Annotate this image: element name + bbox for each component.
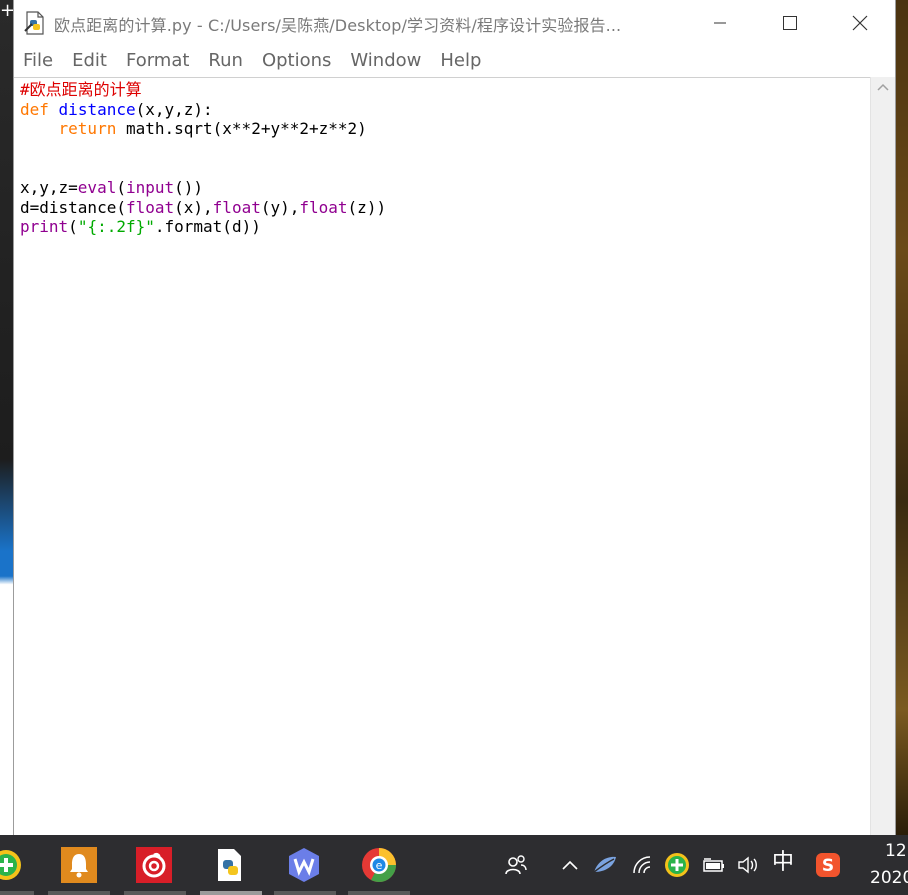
close-button[interactable]	[837, 0, 883, 46]
minimize-button[interactable]	[697, 0, 743, 46]
clock-time[interactable]: 12	[885, 841, 907, 861]
code-token: float	[299, 197, 348, 217]
taskbar-app-indicator	[48, 891, 110, 895]
source-code[interactable]: #欧点距离的计算 def distance(x,y,z): return math…	[20, 80, 386, 237]
taskbar: e 中 S 12 2020	[0, 835, 908, 895]
code-token: float	[212, 197, 261, 217]
wps-office-icon[interactable]	[286, 847, 322, 883]
wifi-icon[interactable]	[630, 852, 656, 878]
scroll-up-arrow-icon[interactable]	[877, 83, 889, 91]
taskbar-app-indicator	[124, 891, 186, 895]
clock-date[interactable]: 2020	[870, 868, 908, 888]
menu-window[interactable]: Window	[341, 46, 431, 76]
leaf-app-icon[interactable]	[592, 852, 618, 878]
code-line[interactable]: return math.sqrt(x**2+y**2+z**2)	[20, 119, 386, 139]
code-line[interactable]: def distance(x,y,z):	[20, 100, 386, 120]
code-token: (x,y,z):	[135, 99, 213, 119]
code-token: (z))	[347, 197, 387, 217]
desktop-background-left	[0, 0, 14, 835]
maximize-icon	[783, 16, 797, 30]
idle-editor-window: 欧点距离的计算.py - C:/Users/吴陈燕/Desktop/学习资料/程…	[13, 0, 896, 836]
menu-edit[interactable]: Edit	[63, 46, 117, 76]
code-line[interactable]	[20, 158, 386, 178]
browser-e-icon[interactable]: e	[361, 847, 397, 883]
code-editor[interactable]: #欧点距离的计算 def distance(x,y,z): return math…	[14, 77, 870, 836]
code-token: (x),	[174, 197, 213, 217]
taskbar-app-indicator	[348, 891, 410, 895]
code-token: eval	[77, 177, 117, 197]
code-token: distance	[58, 99, 136, 119]
svg-text:S: S	[822, 856, 834, 876]
menu-help[interactable]: Help	[431, 46, 491, 76]
title-bar[interactable]: 欧点距离的计算.py - C:/Users/吴陈燕/Desktop/学习资料/程…	[14, 0, 895, 46]
taskbar-app-indicator-active	[200, 891, 262, 895]
code-token: d=distance(	[20, 197, 126, 217]
code-line[interactable]: print("{:.2f}".format(d))	[20, 217, 386, 237]
code-token: .format(d))	[154, 217, 261, 237]
people-icon[interactable]	[503, 852, 529, 878]
chevron-up-icon[interactable]	[557, 852, 583, 878]
vertical-scrollbar[interactable]	[870, 77, 895, 835]
code-token: print	[20, 217, 69, 237]
code-token: input	[125, 177, 175, 197]
close-icon	[852, 15, 868, 31]
menu-bar: File Edit Format Run Options Window Help	[14, 46, 895, 76]
code-token: return	[58, 119, 117, 139]
code-token: def	[20, 99, 49, 119]
python-file-icon	[24, 11, 46, 35]
battery-icon[interactable]	[701, 852, 727, 878]
green-plus-app-icon[interactable]	[0, 847, 24, 883]
code-token: math.sqrt(x**2+y**2+z**2)	[116, 119, 367, 139]
taskbar-app-indicator	[0, 891, 34, 895]
menu-format[interactable]: Format	[117, 46, 199, 76]
code-line[interactable]: x,y,z=eval(input())	[20, 178, 386, 198]
sogou-input-icon[interactable]: S	[815, 852, 841, 878]
code-token: x,y,z=	[20, 177, 78, 197]
code-token: (	[68, 217, 78, 237]
volume-icon[interactable]	[736, 852, 762, 878]
menu-run[interactable]: Run	[199, 46, 253, 76]
code-line[interactable]: #欧点距离的计算	[20, 80, 386, 100]
code-token: (y),	[260, 197, 300, 217]
code-token: (	[116, 177, 126, 197]
code-token: #欧点距离的计算	[20, 80, 142, 99]
code-line[interactable]: d=distance(float(x),float(y),float(z))	[20, 198, 386, 218]
maximize-button[interactable]	[767, 0, 813, 46]
input-method-indicator[interactable]: 中	[772, 850, 794, 876]
svg-text:e: e	[376, 859, 383, 872]
code-token: ())	[174, 177, 204, 197]
minimize-icon	[714, 22, 726, 24]
desktop-background-right	[894, 0, 908, 835]
code-token: "{:.2f}"	[77, 217, 155, 237]
menu-options[interactable]: Options	[253, 46, 341, 76]
code-line[interactable]	[20, 139, 386, 159]
taskbar-app-indicator	[274, 891, 336, 895]
qq-bell-icon[interactable]	[61, 847, 97, 883]
green-plus-tray-icon[interactable]	[664, 852, 690, 878]
window-title: 欧点距离的计算.py - C:/Users/吴陈燕/Desktop/学习资料/程…	[54, 16, 622, 35]
code-token: float	[125, 197, 175, 217]
menu-file[interactable]: File	[14, 46, 63, 76]
python-idle-icon[interactable]	[212, 847, 248, 883]
netease-music-icon[interactable]	[136, 847, 172, 883]
